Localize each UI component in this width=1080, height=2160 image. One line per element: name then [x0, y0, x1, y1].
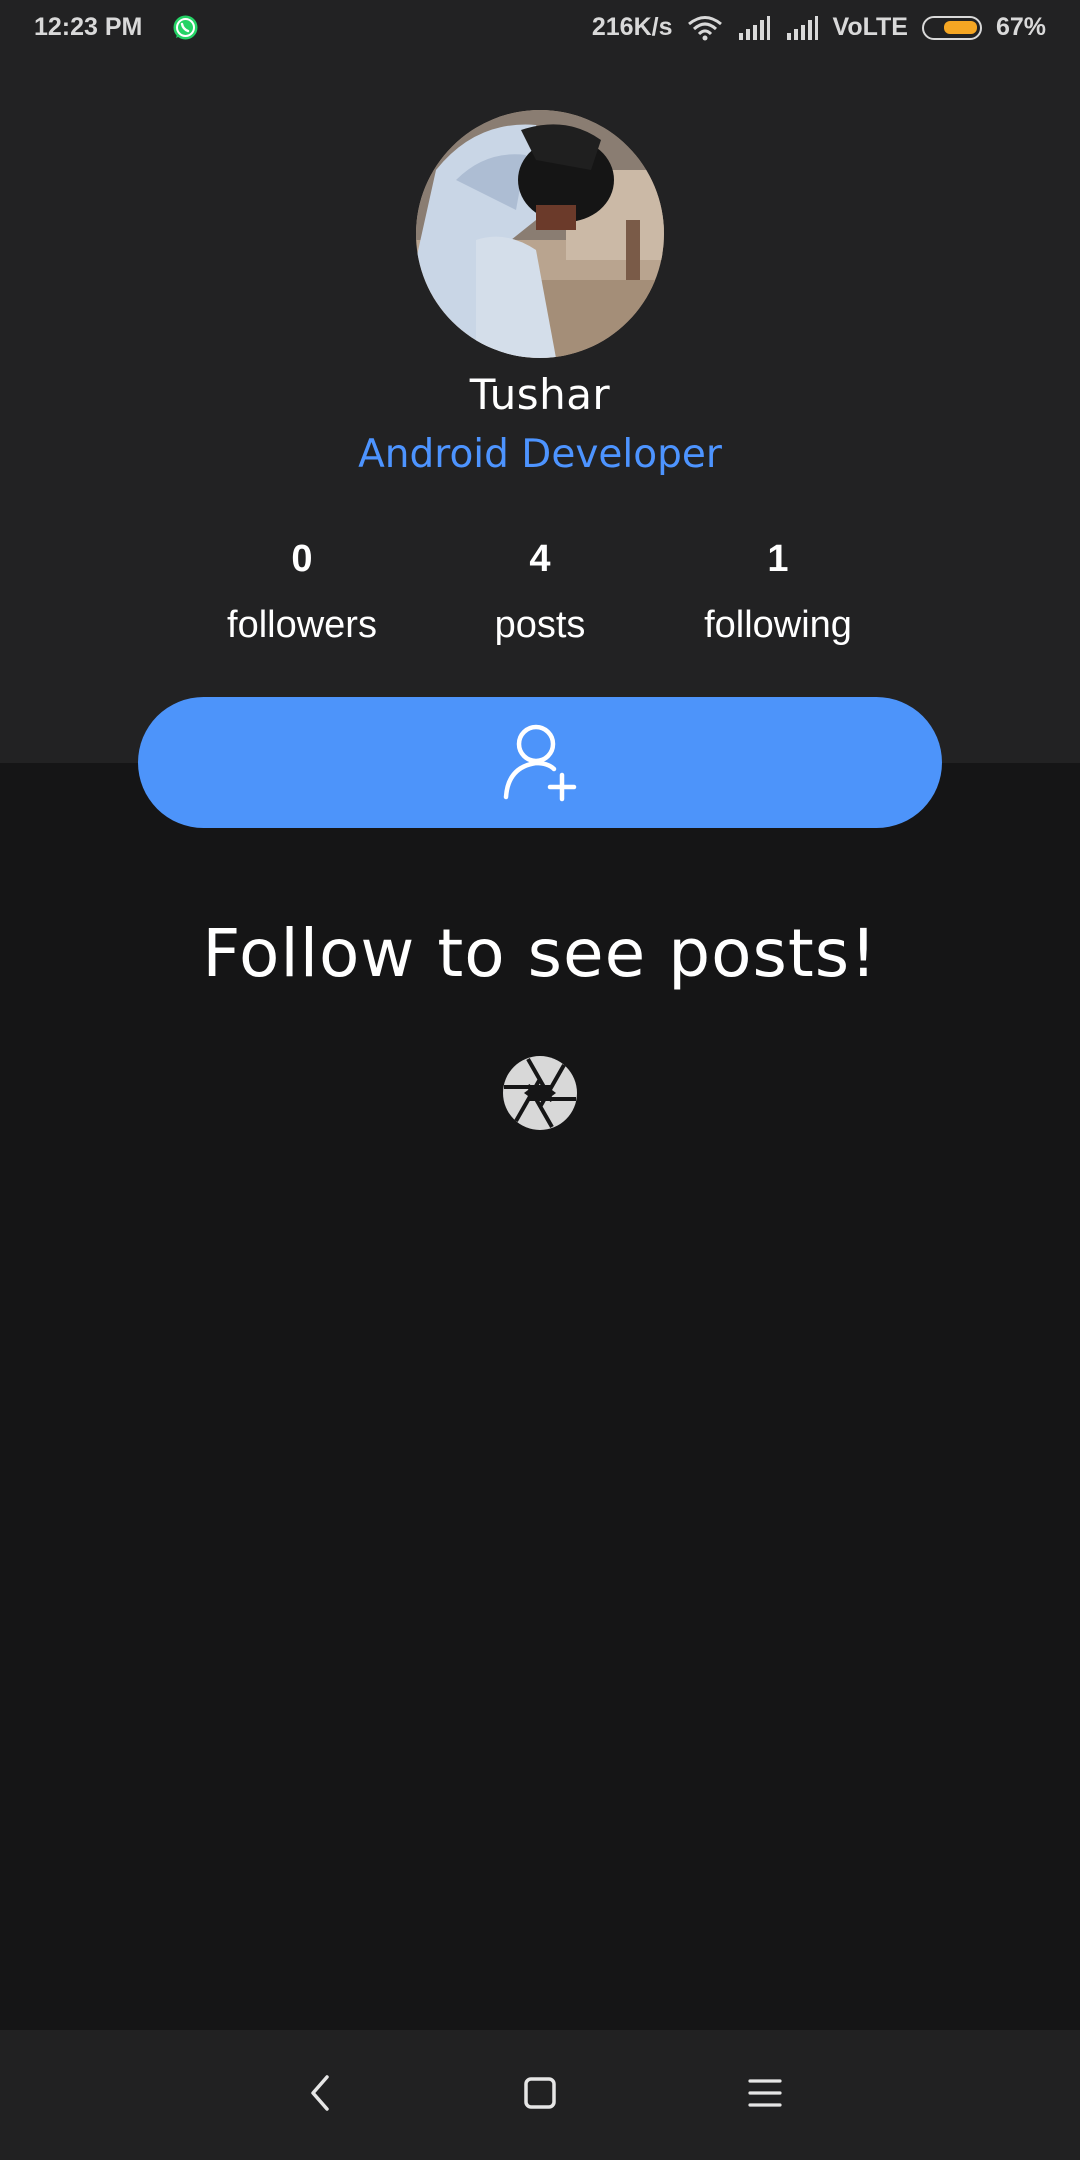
whatsapp-icon — [172, 14, 199, 41]
followers-label: followers — [227, 604, 377, 646]
profile-role: Android Developer — [358, 432, 722, 477]
recents-button[interactable] — [705, 2030, 825, 2160]
battery-fill — [943, 20, 977, 34]
signal-icon — [785, 15, 819, 41]
following-label: following — [704, 604, 852, 646]
net-speed: 216K/s — [591, 13, 673, 41]
following-count: 1 — [767, 538, 789, 580]
wifi-icon — [687, 14, 723, 42]
system-nav-bar — [0, 2030, 1080, 2160]
following-stat[interactable]: 1 following — [648, 538, 908, 647]
signal-icon — [737, 15, 771, 41]
aperture-icon — [502, 1055, 578, 1131]
battery-icon — [921, 15, 982, 40]
follow-button[interactable] — [138, 697, 942, 828]
posts-stat[interactable]: 4 posts — [410, 538, 670, 647]
add-user-icon — [498, 719, 582, 807]
network-type: VoLTE — [832, 13, 908, 41]
followers-count: 0 — [291, 538, 313, 580]
profile-avatar[interactable] — [416, 110, 664, 358]
posts-label: posts — [494, 604, 586, 646]
status-bar: 12:23 PM 216K/s VoLTE 67% — [0, 0, 1080, 56]
empty-feed-message: Follow to see posts! — [202, 915, 878, 992]
home-icon — [522, 2075, 558, 2115]
back-button[interactable] — [260, 2030, 380, 2160]
home-button[interactable] — [480, 2030, 600, 2160]
status-time: 12:23 PM — [34, 13, 143, 41]
profile-name: Tushar — [469, 370, 611, 419]
recents-icon — [747, 2077, 783, 2113]
posts-count: 4 — [529, 538, 551, 580]
back-icon — [305, 2073, 335, 2117]
profile-screen: 12:23 PM 216K/s VoLTE 67% Tushar Android… — [0, 0, 1080, 2160]
followers-stat[interactable]: 0 followers — [172, 538, 432, 647]
battery-percent: 67% — [995, 13, 1046, 41]
status-right-group: 216K/s VoLTE 67% — [592, 13, 1046, 42]
